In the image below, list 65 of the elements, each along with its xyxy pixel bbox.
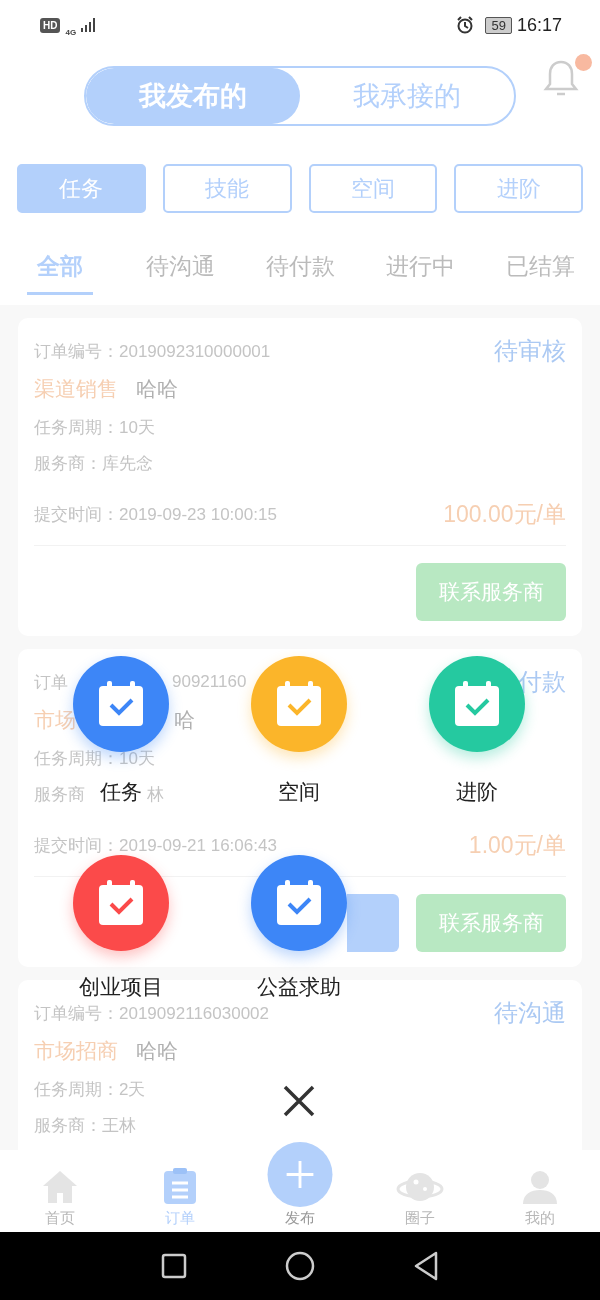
clipboard-icon	[162, 1167, 198, 1205]
publish-option-label: 创业项目	[79, 975, 163, 999]
publish-option-label: 任务	[100, 780, 142, 804]
order-price: 100.00元/单	[443, 499, 566, 529]
signal-icon	[81, 18, 96, 32]
order-number: 订单编号：2019092116030002	[34, 1002, 269, 1025]
home-circle-icon[interactable]	[285, 1251, 315, 1281]
status-tab[interactable]: 待付款	[255, 241, 345, 295]
status-tab[interactable]: 全部	[27, 241, 93, 295]
hd-badge: HD	[40, 17, 61, 33]
battery-indicator: 59	[485, 16, 512, 34]
role-tab[interactable]: 我发布的	[86, 68, 300, 124]
category-button[interactable]: 空间	[308, 164, 438, 213]
category-button[interactable]: 任务	[17, 164, 146, 213]
order-category: 市场	[34, 707, 76, 733]
nav-item[interactable]: 首页	[10, 1150, 110, 1232]
role-tab[interactable]: 我承接的	[300, 68, 514, 124]
calendar-check-icon	[98, 681, 144, 727]
category-button[interactable]: 进阶	[454, 164, 583, 213]
order-category: 市场招商	[34, 1038, 118, 1064]
network-label: 4G	[65, 27, 77, 37]
order-status: 待审核	[494, 336, 566, 366]
order-number: 订单	[34, 671, 68, 694]
clock-time: 16:17	[516, 14, 562, 36]
order-number: 90921160	[172, 672, 247, 692]
order-title: 哈哈	[136, 1038, 178, 1064]
action-button[interactable]: 联系服务商	[416, 894, 566, 952]
calendar-check-icon	[276, 681, 322, 727]
calendar-check-icon	[276, 880, 322, 926]
category-button[interactable]: 技能	[162, 164, 292, 213]
action-button[interactable]: 联系服务商	[416, 563, 566, 621]
back-icon[interactable]	[413, 1251, 439, 1281]
calendar-check-icon	[98, 880, 144, 926]
nav-item[interactable]: 发布	[250, 1136, 350, 1232]
publish-option-label: 公益求助	[257, 975, 341, 999]
publish-option-label: 进阶	[456, 780, 498, 804]
submit-time: 提交时间：2019-09-21 16:06:43	[34, 834, 277, 857]
order-title: 哈	[174, 707, 195, 733]
nav-item[interactable]: 我的	[490, 1150, 590, 1232]
provider-name: 服务商：王林	[34, 1114, 136, 1137]
home-icon	[41, 1169, 79, 1205]
provider-name: 林	[147, 783, 164, 806]
order-status: 待沟通	[494, 998, 566, 1028]
status-tab[interactable]: 待沟通	[135, 241, 225, 295]
order-title: 哈哈	[136, 376, 178, 402]
close-icon[interactable]	[283, 1085, 315, 1117]
order-status: 付款	[518, 667, 566, 697]
provider-name: 服务商：库先念	[34, 452, 153, 475]
nav-item[interactable]: 圈子	[370, 1150, 470, 1232]
alarm-icon	[456, 16, 475, 34]
status-tab[interactable]: 进行中	[375, 241, 465, 295]
submit-time: 提交时间：2019-09-23 10:00:15	[34, 503, 277, 526]
status-tab[interactable]: 已结算	[495, 241, 585, 295]
order-category: 渠道销售	[34, 376, 118, 402]
task-period: 任务周期：10天	[34, 747, 155, 770]
task-period: 任务周期：10天	[34, 416, 155, 439]
nav-item[interactable]: 订单	[130, 1150, 230, 1232]
provider-name: 服务商	[34, 783, 85, 806]
person-icon	[522, 1169, 558, 1205]
calendar-check-icon	[454, 681, 500, 727]
order-number: 订单编号：2019092310000001	[34, 340, 271, 363]
publish-option-label: 空间	[278, 780, 320, 804]
recents-icon[interactable]	[161, 1253, 187, 1279]
order-price: 1.00元/单	[468, 830, 566, 860]
task-period: 任务周期：2天	[34, 1078, 146, 1101]
